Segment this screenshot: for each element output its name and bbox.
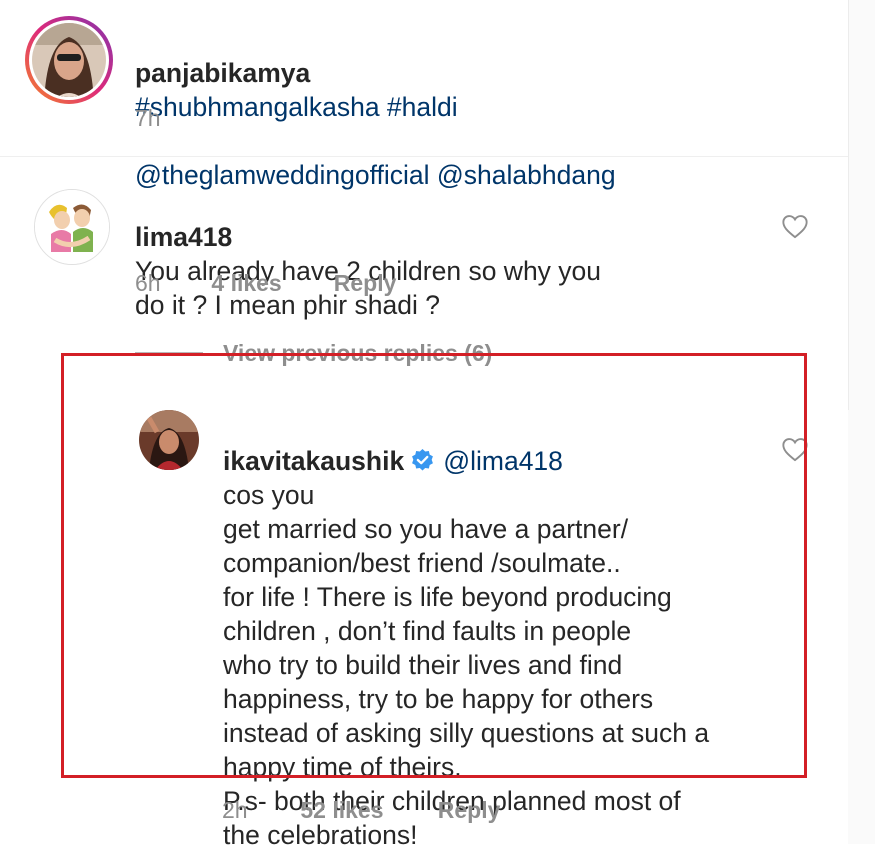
replies-divider-line xyxy=(135,352,203,354)
post-author-avatar[interactable] xyxy=(24,15,114,105)
heart-outline-icon[interactable] xyxy=(781,436,809,462)
heart-outline-icon[interactable] xyxy=(781,213,809,239)
reply-reply-button[interactable]: Reply xyxy=(438,796,501,824)
caption-hashtags[interactable]: #shubhmangalkasha #haldi xyxy=(135,92,458,122)
comment-reply-button[interactable]: Reply xyxy=(334,269,397,297)
view-previous-replies-button[interactable]: View previous replies (6) xyxy=(135,339,492,367)
reply-author-username[interactable]: ikavitakaushik xyxy=(223,446,404,476)
post-timestamp: 7h xyxy=(135,105,161,131)
reply-author-avatar[interactable] xyxy=(139,410,199,470)
comment-body: lima418 You already have 2 children so w… xyxy=(135,186,775,322)
reply-body: ikavitakaushik @lima418 cos you get marrie… xyxy=(223,410,783,852)
post-author-username[interactable]: panjabikamya xyxy=(135,58,310,88)
post-caption: panjabikamya #shubhmangalkasha #haldi @t… xyxy=(135,22,835,192)
reply-mention[interactable]: @lima418 xyxy=(443,446,563,476)
reply-text-first-line: cos you xyxy=(223,480,315,510)
post-divider xyxy=(0,156,848,157)
comment-author-username[interactable]: lima418 xyxy=(135,222,232,252)
right-edge-divider xyxy=(848,0,849,410)
comment-likes[interactable]: 4 likes xyxy=(211,269,327,297)
comment-timestamp: 6h xyxy=(135,270,161,296)
verified-badge-icon xyxy=(412,449,434,471)
reply-likes[interactable]: 52 likes xyxy=(300,796,431,824)
view-previous-replies-label: View previous replies (6) xyxy=(223,340,493,366)
reply-meta: 2h 52 likes Reply xyxy=(222,796,500,824)
comment-meta: 6h 4 likes Reply xyxy=(135,269,396,297)
right-edge-panel xyxy=(848,0,875,844)
reply-timestamp: 2h xyxy=(222,797,248,823)
comment-author-avatar[interactable] xyxy=(34,189,110,265)
